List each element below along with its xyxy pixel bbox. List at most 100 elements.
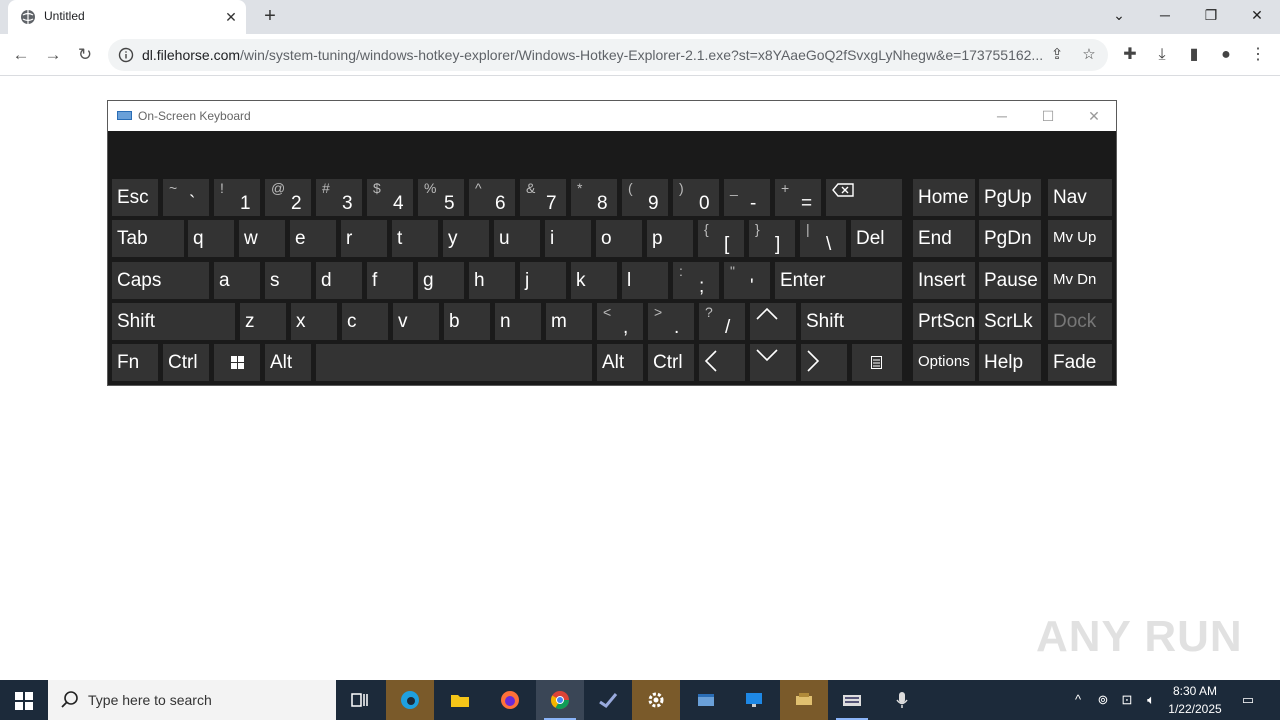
key-arrow-down[interactable] [750,344,796,381]
volume-icon[interactable]: 🔈︎ [1140,680,1162,720]
key-num-11[interactable]: _ - [724,179,770,216]
key-num-8[interactable]: * 8 [571,179,617,216]
key-num-1[interactable]: ! 1 [214,179,260,216]
key-ctrl-left[interactable]: Ctrl [163,344,209,381]
key-e[interactable]: e [290,220,336,257]
key-a[interactable]: a [214,262,260,299]
key-r[interactable]: r [341,220,387,257]
taskbar-firefox[interactable] [486,680,534,720]
key-q[interactable]: q [188,220,234,257]
key-alt-left[interactable]: Alt [265,344,311,381]
key-space[interactable] [316,344,592,381]
key-m[interactable]: m [546,303,592,340]
key-t[interactable]: t [392,220,438,257]
key-asym-1[interactable]: " ' [724,262,770,299]
key-mvup[interactable]: Mv Up [1048,220,1112,257]
key-context-menu[interactable] [852,344,902,381]
key-num-9[interactable]: (9 [622,179,668,216]
key-l[interactable]: l [622,262,668,299]
reload-button[interactable]: ↻ [72,42,98,68]
key-num-7[interactable]: & 7 [520,179,566,216]
clock[interactable]: 8:30 AM 1/22/2025 [1160,682,1230,718]
key-zsym-0[interactable]: <, [597,303,643,340]
key-w[interactable]: w [239,220,285,257]
key-scrlk[interactable]: ScrLk [979,303,1041,340]
network-icon[interactable]: ⊡ [1116,680,1138,720]
tab-search-icon[interactable]: ⌄ [1096,0,1142,30]
key-c[interactable]: c [342,303,388,340]
taskbar-app-5[interactable] [584,680,632,720]
key-g[interactable]: g [418,262,464,299]
key-num-2[interactable]: @2 [265,179,311,216]
key-backspace[interactable] [826,179,902,216]
key-qsym-0[interactable]: {[ [698,220,744,257]
key-help[interactable]: Help [979,344,1041,381]
key-nav[interactable]: Nav [1048,179,1112,216]
key-fade[interactable]: Fade [1048,344,1112,381]
key-z[interactable]: z [240,303,286,340]
taskbar-app-7[interactable] [682,680,730,720]
key-fn[interactable]: Fn [112,344,158,381]
key-s[interactable]: s [265,262,311,299]
key-h[interactable]: h [469,262,515,299]
key-v[interactable]: v [393,303,439,340]
taskbar-remote-desktop[interactable] [730,680,778,720]
bookmark-star-icon[interactable]: ☆ [1078,44,1100,66]
key-k[interactable]: k [571,262,617,299]
key-b[interactable]: b [444,303,490,340]
key-esc[interactable]: Esc [112,179,158,216]
key-o[interactable]: o [596,220,642,257]
key-tab[interactable]: Tab [112,220,184,257]
key-x[interactable]: x [291,303,337,340]
key-num-0[interactable]: ~ ` [163,179,209,216]
key-num-5[interactable]: % 5 [418,179,464,216]
key-arrow-left[interactable] [699,344,745,381]
osk-title-bar[interactable]: On-Screen Keyboard ─ ☐ ✕ [108,101,1116,131]
key-n[interactable]: n [495,303,541,340]
key-windows[interactable] [214,344,260,381]
key-num-10[interactable]: ) 0 [673,179,719,216]
minimize-button[interactable]: ─ [1142,0,1188,30]
taskbar-on-screen-keyboard[interactable] [828,680,876,720]
tray-app-icon[interactable]: ⊚ [1092,680,1114,720]
start-button[interactable] [0,680,48,720]
notifications-icon[interactable]: ▭ [1236,680,1260,720]
new-tab-button[interactable]: + [258,4,282,28]
key-qsym-2[interactable]: | \ [800,220,846,257]
download-icon[interactable]: ⤓ [1150,43,1174,67]
key-shift-right[interactable]: Shift [801,303,902,340]
key-y[interactable]: y [443,220,489,257]
restore-button[interactable]: ❐ [1188,0,1234,30]
address-bar[interactable]: dl.filehorse.com/win/system-tuning/windo… [108,39,1108,71]
key-caps[interactable]: Caps [112,262,209,299]
key-num-12[interactable]: + = [775,179,821,216]
taskbar-search[interactable]: Type here to search [48,680,336,720]
key-ctrl-right[interactable]: Ctrl [648,344,694,381]
taskbar-app-9[interactable] [780,680,828,720]
key-asym-0[interactable]: :; [673,262,719,299]
close-tab-icon[interactable]: ✕ [222,8,240,26]
key-pgup[interactable]: PgUp [979,179,1041,216]
taskbar-settings[interactable] [632,680,680,720]
taskbar-chrome[interactable] [536,680,584,720]
key-dock[interactable]: Dock [1048,303,1112,340]
key-del[interactable]: Del [851,220,902,257]
key-num-3[interactable]: #3 [316,179,362,216]
side-panel-icon[interactable]: ▮ [1182,43,1206,67]
share-icon[interactable]: ⇪ [1046,44,1068,66]
osk-maximize-button[interactable]: ☐ [1028,105,1068,127]
key-end[interactable]: End [913,220,975,257]
key-f[interactable]: f [367,262,413,299]
key-alt-right[interactable]: Alt [597,344,643,381]
key-d[interactable]: d [316,262,362,299]
back-button[interactable]: ← [8,42,34,68]
browser-tab[interactable]: Untitled ✕ [8,0,246,34]
key-mvdn[interactable]: Mv Dn [1048,262,1112,299]
taskbar-voice[interactable] [878,680,926,720]
site-info-icon[interactable] [118,47,134,63]
key-zsym-2[interactable]: ? / [699,303,745,340]
key-u[interactable]: u [494,220,540,257]
key-p[interactable]: p [647,220,693,257]
close-window-button[interactable]: ✕ [1234,0,1280,30]
tray-chevron-icon[interactable]: ^ [1068,680,1088,720]
